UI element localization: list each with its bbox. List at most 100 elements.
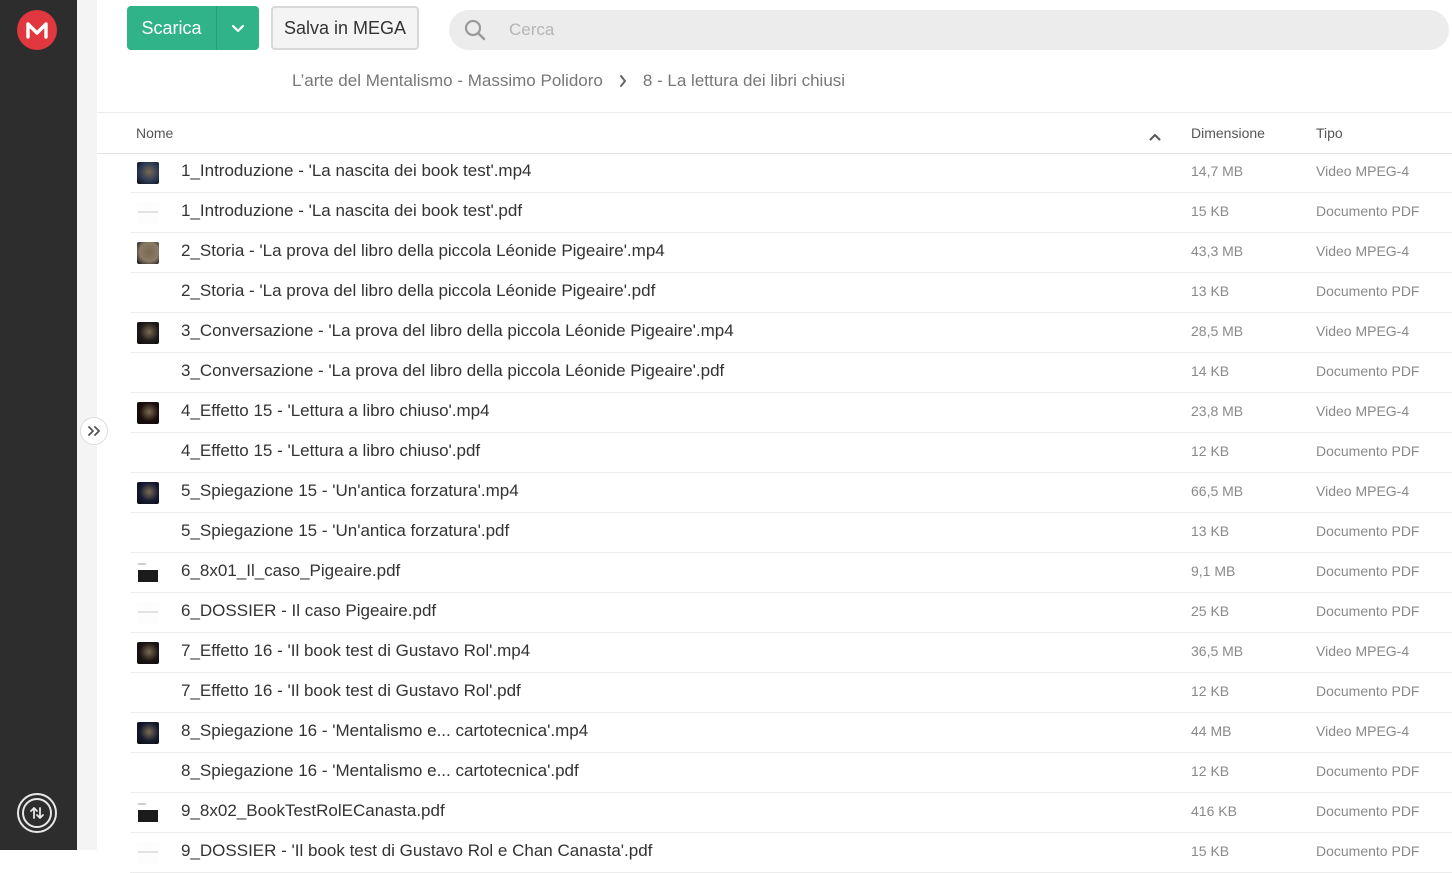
- file-name[interactable]: 9_DOSSIER - 'Il book test di Gustavo Rol…: [181, 841, 652, 861]
- file-row[interactable]: 5_Spiegazione 15 - 'Un'antica forzatura'…: [130, 513, 1452, 553]
- file-name[interactable]: 6_8x01_Il_caso_Pigeaire.pdf: [181, 561, 400, 581]
- file-size: 43,3 MB: [1191, 243, 1244, 259]
- pdf-thumbnail: [137, 442, 159, 464]
- file-row[interactable]: 7_Effetto 16 - 'Il book test di Gustavo …: [130, 673, 1452, 713]
- file-size: 12 KB: [1191, 443, 1230, 459]
- file-row[interactable]: 3_Conversazione - 'La prova del libro de…: [130, 353, 1452, 393]
- expand-panel-button[interactable]: [80, 417, 108, 445]
- breadcrumb: L’arte del Mentalismo - Massimo Polidoro…: [292, 70, 845, 92]
- file-type: Documento PDF: [1316, 443, 1420, 459]
- save-to-mega-button[interactable]: Salva in MEGA: [271, 6, 419, 50]
- file-name[interactable]: 3_Conversazione - 'La prova del libro de…: [181, 361, 724, 381]
- main-content: Scarica Salva in MEGA L’arte del Mentali…: [97, 0, 1452, 873]
- file-type: Video MPEG-4: [1316, 643, 1410, 659]
- file-size: 12 KB: [1191, 683, 1230, 699]
- column-header-type[interactable]: Tipo: [1316, 125, 1343, 141]
- file-row[interactable]: 2_Storia - 'La prova del libro della pic…: [130, 233, 1452, 273]
- file-size: 28,5 MB: [1191, 323, 1244, 339]
- file-name[interactable]: 1_Introduzione - 'La nascita dei book te…: [181, 201, 522, 221]
- file-name[interactable]: 7_Effetto 16 - 'Il book test di Gustavo …: [181, 681, 521, 701]
- file-type: Documento PDF: [1316, 683, 1420, 699]
- file-name[interactable]: 2_Storia - 'La prova del libro della pic…: [181, 241, 665, 261]
- file-size: 14,7 MB: [1191, 163, 1244, 179]
- file-name[interactable]: 6_DOSSIER - Il caso Pigeaire.pdf: [181, 601, 436, 621]
- double-chevron-right-icon: [88, 426, 100, 436]
- file-type: Video MPEG-4: [1316, 723, 1410, 739]
- video-thumbnail: [137, 162, 159, 184]
- mega-logo[interactable]: [17, 10, 57, 50]
- transfers-button[interactable]: [17, 793, 57, 833]
- file-name[interactable]: 8_Spiegazione 16 - 'Mentalismo e... cart…: [181, 761, 579, 781]
- file-row[interactable]: 1_Introduzione - 'La nascita dei book te…: [130, 153, 1452, 193]
- video-thumbnail: [137, 722, 159, 744]
- chevron-right-icon: [619, 75, 627, 87]
- pdf-thumbnail: [137, 842, 159, 864]
- file-size: 23,8 MB: [1191, 403, 1244, 419]
- search-icon: [449, 18, 501, 42]
- file-row[interactable]: 9_DOSSIER - 'Il book test di Gustavo Rol…: [130, 833, 1452, 873]
- file-type: Video MPEG-4: [1316, 163, 1410, 179]
- document-thumbnail: [137, 562, 159, 584]
- file-name[interactable]: 4_Effetto 15 - 'Lettura a libro chiuso'.…: [181, 441, 480, 461]
- file-name[interactable]: 5_Spiegazione 15 - 'Un'antica forzatura'…: [181, 481, 519, 501]
- sort-ascending-icon[interactable]: [1149, 128, 1161, 144]
- file-row[interactable]: 6_8x01_Il_caso_Pigeaire.pdf 9,1 MB Documen…: [130, 553, 1452, 593]
- file-row[interactable]: 4_Effetto 15 - 'Lettura a libro chiuso'.…: [130, 393, 1452, 433]
- file-row[interactable]: 2_Storia - 'La prova del libro della pic…: [130, 273, 1452, 313]
- file-name[interactable]: 2_Storia - 'La prova del libro della pic…: [181, 281, 655, 301]
- breadcrumb-parent-folder[interactable]: L’arte del Mentalismo - Massimo Polidoro: [292, 71, 603, 91]
- video-thumbnail: [137, 482, 159, 504]
- file-name[interactable]: 1_Introduzione - 'La nascita dei book te…: [181, 161, 531, 181]
- file-size: 66,5 MB: [1191, 483, 1244, 499]
- file-type: Documento PDF: [1316, 763, 1420, 779]
- pdf-thumbnail: [137, 202, 159, 224]
- file-name[interactable]: 9_8x02_BookTestRolECanasta.pdf: [181, 801, 445, 821]
- download-label: Scarica: [141, 17, 202, 38]
- search-bar[interactable]: [449, 10, 1449, 50]
- file-size: 12 KB: [1191, 763, 1230, 779]
- transfer-icon: [22, 798, 52, 828]
- search-input[interactable]: [509, 20, 1389, 40]
- file-size: 9,1 MB: [1191, 563, 1236, 579]
- file-row[interactable]: 4_Effetto 15 - 'Lettura a libro chiuso'.…: [130, 433, 1452, 473]
- file-row[interactable]: 3_Conversazione - 'La prova del libro de…: [130, 313, 1452, 353]
- file-table-header: Nome Dimensione Tipo: [97, 112, 1452, 154]
- file-type: Documento PDF: [1316, 563, 1420, 579]
- file-name[interactable]: 8_Spiegazione 16 - 'Mentalismo e... cart…: [181, 721, 588, 741]
- pdf-thumbnail: [137, 762, 159, 784]
- pdf-thumbnail: [137, 282, 159, 304]
- file-size: 15 KB: [1191, 203, 1230, 219]
- file-type: Documento PDF: [1316, 603, 1420, 619]
- column-header-size[interactable]: Dimensione: [1191, 125, 1265, 141]
- chevron-down-icon: [231, 24, 245, 32]
- file-type: Video MPEG-4: [1316, 403, 1410, 419]
- file-name[interactable]: 4_Effetto 15 - 'Lettura a libro chiuso'.…: [181, 401, 490, 421]
- file-type: Documento PDF: [1316, 523, 1420, 539]
- file-type: Video MPEG-4: [1316, 323, 1410, 339]
- file-size: 13 KB: [1191, 283, 1230, 299]
- file-list: 1_Introduzione - 'La nascita dei book te…: [130, 153, 1452, 873]
- file-name[interactable]: 5_Spiegazione 15 - 'Un'antica forzatura'…: [181, 521, 509, 541]
- column-header-name[interactable]: Nome: [136, 125, 173, 141]
- file-row[interactable]: 6_DOSSIER - Il caso Pigeaire.pdf 25 KB Doc…: [130, 593, 1452, 633]
- file-row[interactable]: 8_Spiegazione 16 - 'Mentalismo e... cart…: [130, 713, 1452, 753]
- file-row[interactable]: 9_8x02_BookTestRolECanasta.pdf 416 KB Docu…: [130, 793, 1452, 833]
- file-row[interactable]: 5_Spiegazione 15 - 'Un'antica forzatura'…: [130, 473, 1452, 513]
- pdf-thumbnail: [137, 522, 159, 544]
- file-name[interactable]: 7_Effetto 16 - 'Il book test di Gustavo …: [181, 641, 530, 661]
- file-size: 25 KB: [1191, 603, 1230, 619]
- file-row[interactable]: 1_Introduzione - 'La nascita dei book te…: [130, 193, 1452, 233]
- file-size: 13 KB: [1191, 523, 1230, 539]
- video-thumbnail: [137, 242, 159, 264]
- file-size: 14 KB: [1191, 363, 1230, 379]
- download-button[interactable]: Scarica: [127, 6, 259, 50]
- document-thumbnail: [137, 802, 159, 824]
- file-row[interactable]: 8_Spiegazione 16 - 'Mentalismo e... cart…: [130, 753, 1452, 793]
- download-options-dropdown[interactable]: [217, 24, 259, 33]
- file-row[interactable]: 7_Effetto 16 - 'Il book test di Gustavo …: [130, 633, 1452, 673]
- video-thumbnail: [137, 642, 159, 664]
- pdf-thumbnail: [137, 362, 159, 384]
- breadcrumb-current-folder[interactable]: 8 - La lettura dei libri chiusi: [643, 71, 845, 91]
- left-sidebar: [0, 0, 77, 850]
- file-name[interactable]: 3_Conversazione - 'La prova del libro de…: [181, 321, 734, 341]
